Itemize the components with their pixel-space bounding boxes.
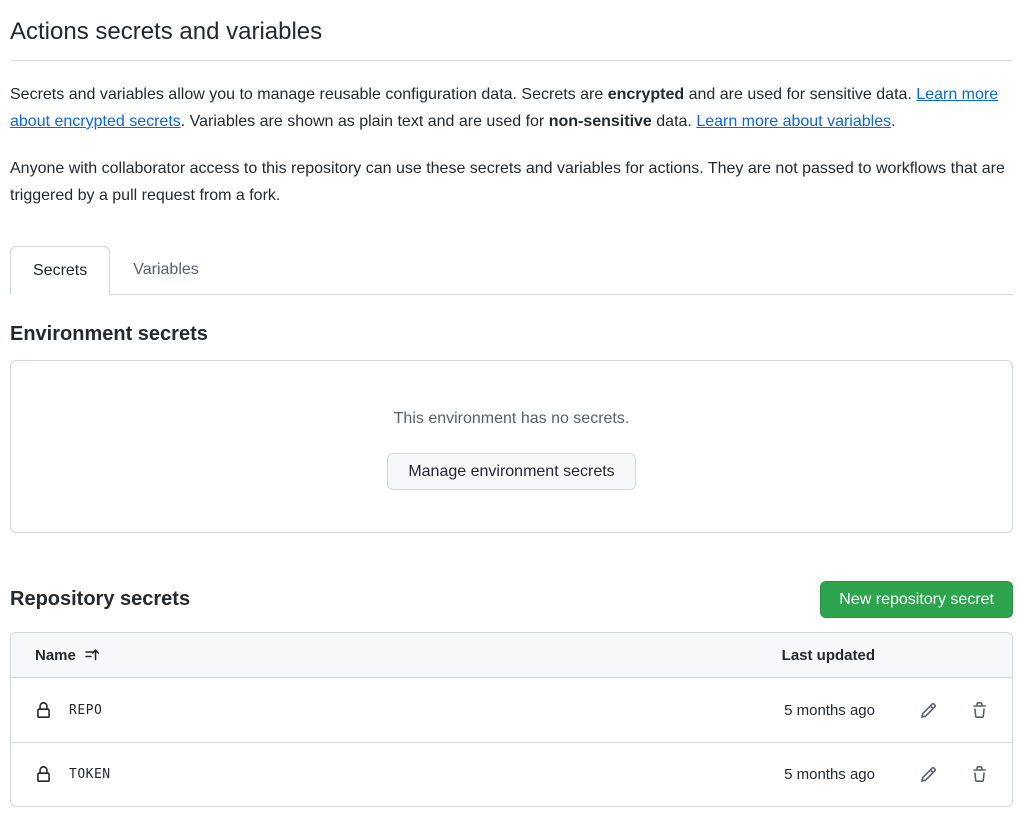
table-header-row: Name Last updated xyxy=(11,633,1012,678)
secrets-variables-tabnav: Secrets Variables xyxy=(10,245,1013,295)
edit-secret-button[interactable] xyxy=(920,702,937,719)
emphasis-text: non-sensitive xyxy=(549,113,652,130)
column-header-name-label: Name xyxy=(35,647,76,664)
repository-secrets-header: Repository secrets New repository secret xyxy=(10,581,1013,618)
secret-name: REPO xyxy=(69,703,102,718)
learn-more-link[interactable]: Learn more about variables xyxy=(696,113,891,130)
environment-secrets-heading: Environment secrets xyxy=(10,323,1013,346)
new-repository-secret-button[interactable]: New repository secret xyxy=(820,581,1013,618)
lock-icon xyxy=(35,766,52,783)
tab-secrets[interactable]: Secrets xyxy=(10,246,110,295)
tab-variables[interactable]: Variables xyxy=(110,245,222,294)
edit-secret-button[interactable] xyxy=(920,766,937,783)
intro-paragraph-2: Anyone with collaborator access to this … xyxy=(10,155,1013,209)
trash-icon xyxy=(971,766,988,783)
environment-secrets-empty-box: This environment has no secrets. Manage … xyxy=(10,360,1013,533)
delete-secret-button[interactable] xyxy=(971,702,988,719)
table-body: REPO 5 months ago xyxy=(11,678,1012,806)
secret-name: TOKEN xyxy=(69,767,111,782)
secret-last-updated: 5 months ago xyxy=(765,766,875,783)
intro-paragraph-1: Secrets and variables allow you to manag… xyxy=(10,81,1013,135)
secret-actions-cell xyxy=(875,702,988,719)
secret-row: REPO 5 months ago xyxy=(11,678,1012,742)
repository-secrets-heading: Repository secrets xyxy=(10,588,190,611)
pencil-icon xyxy=(920,766,937,783)
environment-empty-message: This environment has no secrets. xyxy=(11,409,1012,429)
pencil-icon xyxy=(920,702,937,719)
column-header-name[interactable]: Name xyxy=(35,647,765,664)
secret-last-updated: 5 months ago xyxy=(765,702,875,719)
column-header-last-updated: Last updated xyxy=(765,647,875,664)
repository-secrets-table: Name Last updated xyxy=(10,632,1013,807)
sort-ascending-icon xyxy=(84,647,100,663)
settings-page: Actions secrets and variables Secrets an… xyxy=(0,0,1023,807)
emphasis-text: encrypted xyxy=(608,86,684,103)
page-title: Actions secrets and variables xyxy=(10,0,1013,61)
secret-actions-cell xyxy=(875,766,988,783)
trash-icon xyxy=(971,702,988,719)
secret-name-cell: REPO xyxy=(35,702,765,719)
delete-secret-button[interactable] xyxy=(971,766,988,783)
secret-row: TOKEN 5 months ago xyxy=(11,742,1012,806)
intro-section: Secrets and variables allow you to manag… xyxy=(10,81,1013,209)
lock-icon xyxy=(35,702,52,719)
secret-name-cell: TOKEN xyxy=(35,766,765,783)
manage-environment-secrets-button[interactable]: Manage environment secrets xyxy=(387,453,635,490)
